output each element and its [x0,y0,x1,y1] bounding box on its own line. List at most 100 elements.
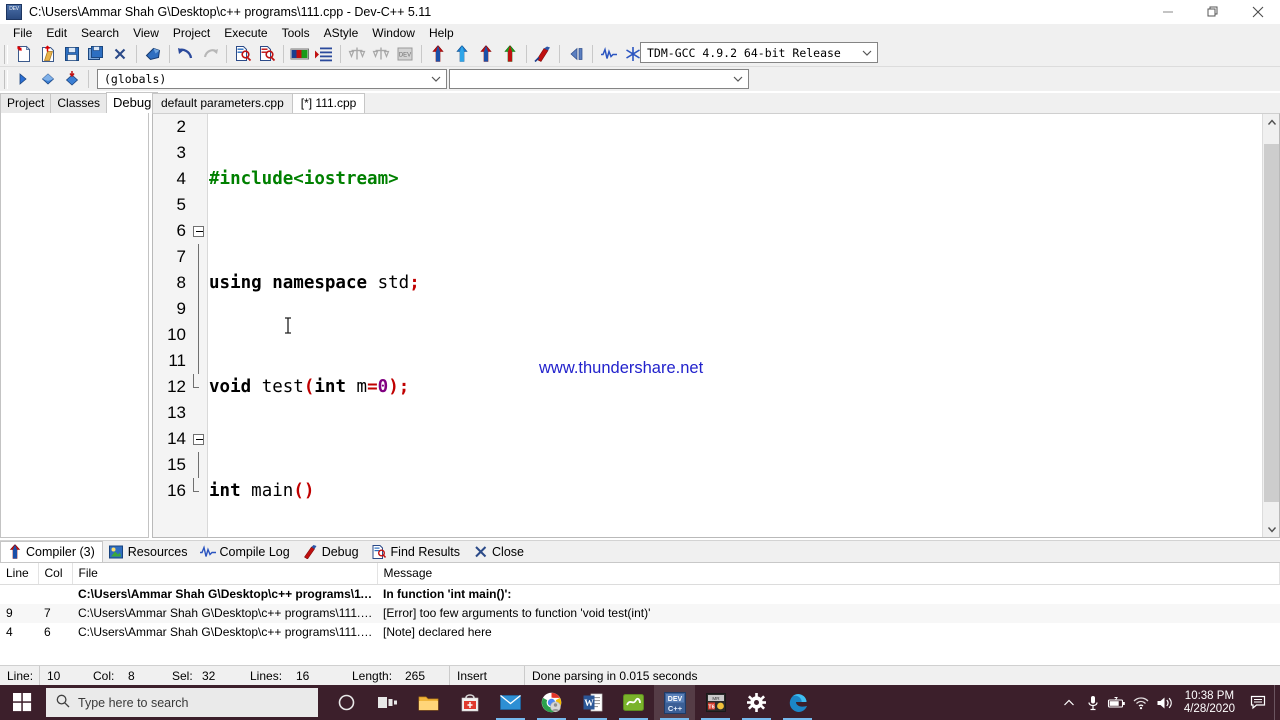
menu-window[interactable]: Window [365,24,422,42]
restore-icon[interactable] [1190,0,1235,24]
table-row[interactable]: 4 6 C:\Users\Ammar Shah G\Desktop\c++ pr… [0,623,1280,642]
cortana-icon[interactable] [326,685,367,720]
code-line[interactable]: int main() [208,478,1279,504]
column-header-message[interactable]: Message [377,563,1280,585]
tab-debug[interactable]: Debug [106,92,159,113]
bottom-tab-find-results[interactable]: Find Results [365,542,468,562]
debug-run-icon[interactable] [450,43,474,65]
close-file-icon[interactable] [108,43,132,65]
toolbar-grip[interactable] [4,44,8,64]
compile-run-icon[interactable] [369,43,393,65]
menu-astyle[interactable]: AStyle [317,24,366,42]
menu-tools[interactable]: Tools [275,24,317,42]
find-icon[interactable] [231,43,255,65]
microsoft-store-icon[interactable] [449,685,490,720]
battery-icon[interactable] [1105,685,1129,720]
status-insert-mode[interactable]: Insert [450,665,525,686]
member-select[interactable] [449,69,749,89]
compile-current-icon[interactable] [498,43,522,65]
code-line[interactable]: void test(int m=0); [208,374,1279,400]
bottom-tab-compile-log[interactable]: Compile Log [194,542,297,562]
menu-edit[interactable]: Edit [39,24,74,42]
file-tab-default-parameters[interactable]: default parameters.cpp [152,93,293,113]
code-line[interactable]: using namespace std; [208,270,1279,296]
indent-icon[interactable] [312,43,336,65]
scroll-down-icon[interactable] [1263,520,1279,537]
show-desktop-button[interactable] [1274,685,1280,720]
minimize-icon[interactable] [1145,0,1190,24]
table-row[interactable]: 9 7 C:\Users\Ammar Shah G\Desktop\c++ pr… [0,604,1280,623]
scrollbar-thumb[interactable] [1264,144,1279,502]
menu-file[interactable]: File [6,24,39,42]
class-browser-select[interactable]: (globals) [97,69,447,89]
gutter-line: 14 [153,426,208,452]
run-icon[interactable] [426,43,450,65]
left-panel-content[interactable] [0,113,149,538]
menu-search[interactable]: Search [74,24,126,42]
column-header-col[interactable]: Col [38,563,73,585]
taskbar-clock[interactable]: 10:38 PM 4/28/2020 [1177,690,1244,716]
goto-line-icon[interactable] [288,43,312,65]
notification-icon[interactable] [1244,685,1274,720]
rebuild-icon[interactable] [474,43,498,65]
menu-execute[interactable]: Execute [217,24,274,42]
menu-help[interactable]: Help [422,24,461,42]
table-row[interactable]: C:\Users\Ammar Shah G\Desktop\c++ progra… [0,585,1280,605]
dev-cpp-icon[interactable]: DEV C++ [654,685,695,720]
column-header-line[interactable]: Line [0,563,39,585]
microphone-icon[interactable] [1081,685,1105,720]
word-icon[interactable]: W [572,685,613,720]
menu-project[interactable]: Project [166,24,217,42]
mouse-cursor-ibeam [284,317,293,337]
compiler-select[interactable]: TDM-GCC 4.9.2 64-bit Release [640,42,878,63]
file-tab-111[interactable]: [*] 111.cpp [291,93,366,113]
new-file-icon[interactable] [12,43,36,65]
bottom-tab-debug[interactable]: Debug [296,542,366,562]
insert-icon[interactable] [12,68,36,90]
windows-start-icon[interactable] [0,685,46,720]
bottom-tab-resources[interactable]: Resources [102,542,195,562]
bottom-tab-close[interactable]: Close [467,542,531,562]
save-all-icon[interactable] [84,43,108,65]
settings-gear-icon[interactable] [736,685,777,720]
tab-classes[interactable]: Classes [50,93,108,113]
search-input[interactable]: Type here to search [46,688,318,717]
fold-collapse-icon[interactable] [193,226,204,237]
edge-icon[interactable] [777,685,818,720]
file-explorer-icon[interactable] [408,685,449,720]
compiler-output-panel[interactable]: Line Col File Message C:\Users\Ammar Sha… [0,562,1280,662]
profile-icon[interactable] [531,43,555,65]
urdu-app-icon[interactable] [613,685,654,720]
media-app-icon[interactable]: MR T6 [695,685,736,720]
compile-icon[interactable] [345,43,369,65]
save-icon[interactable] [60,43,84,65]
mail-icon[interactable] [490,685,531,720]
undo-icon[interactable] [174,43,198,65]
task-view-icon[interactable] [367,685,408,720]
chevron-up-icon[interactable] [1057,685,1081,720]
redo-icon[interactable] [198,43,222,65]
print-icon[interactable] [141,43,165,65]
menu-view[interactable]: View [126,24,166,42]
program-reset-icon[interactable] [597,43,621,65]
code-line[interactable]: #include<iostream> [208,166,1279,192]
chrome-icon[interactable] [531,685,572,720]
goto-bookmark-icon[interactable] [60,68,84,90]
stop-execution-icon[interactable] [564,43,588,65]
toggle-bookmark-icon[interactable] [36,68,60,90]
close-icon[interactable] [1235,0,1280,24]
toolbar-grip[interactable] [4,69,8,89]
bottom-tab-compiler[interactable]: Compiler (3) [0,541,103,562]
editor-vertical-scrollbar[interactable] [1262,114,1279,537]
code-editor[interactable]: 2 3 4 5 6 7 8 9 10 11 12 13 14 15 16 #in… [152,113,1280,538]
volume-icon[interactable] [1153,685,1177,720]
fold-collapse-icon[interactable] [193,434,204,445]
wifi-icon[interactable] [1129,685,1153,720]
scroll-up-icon[interactable] [1263,114,1279,131]
tab-project[interactable]: Project [0,93,52,113]
dev-icon[interactable]: DEV [393,43,417,65]
code-text-area[interactable]: #include<iostream> using namespace std; … [208,114,1279,537]
open-file-icon[interactable] [36,43,60,65]
replace-icon[interactable] [255,43,279,65]
column-header-file[interactable]: File [72,563,378,585]
